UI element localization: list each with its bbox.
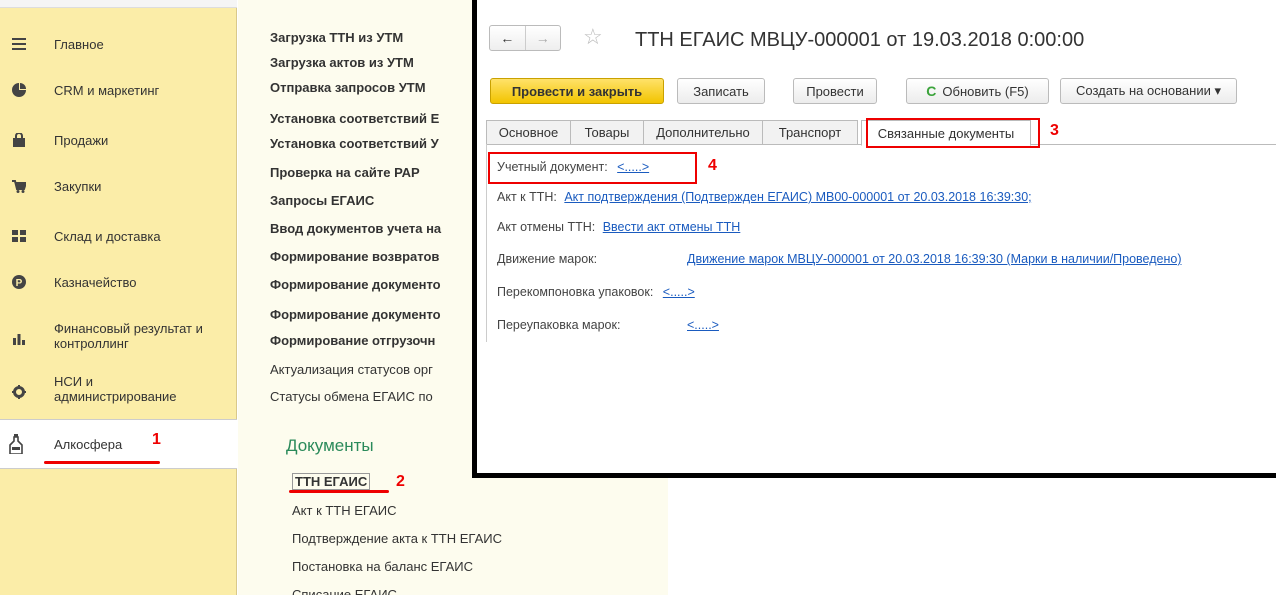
pie-chart-icon xyxy=(11,82,27,98)
marks-movement-row: Движение марок: Движение марок МВЦУ-0000… xyxy=(497,252,1182,266)
create-based-on-button[interactable]: Создать на основании ▾ xyxy=(1060,78,1237,104)
panel-link[interactable]: Установка соответствий У xyxy=(270,136,439,151)
annotation-number-4: 4 xyxy=(708,157,717,174)
cancel-act-row: Акт отмены ТТН: Ввести акт отмены ТТН xyxy=(497,220,740,234)
sidebar-item-label: Казначейство xyxy=(54,274,137,290)
panel-link[interactable]: Формирование возвратов xyxy=(270,249,439,264)
bag-icon xyxy=(11,132,27,148)
remark-link[interactable]: <.....> xyxy=(687,318,719,332)
sidebar: Главное CRM и маркетинг Продажи Закупки xyxy=(0,0,237,595)
tab-additional[interactable]: Дополнительно xyxy=(643,120,763,145)
forward-arrow-icon[interactable]: → xyxy=(524,26,561,50)
sidebar-item-label: Закупки xyxy=(54,178,102,194)
sidebar-item-settings[interactable]: НСИ и администрирование xyxy=(0,372,237,412)
document-link[interactable]: Акт к ТТН ЕГАИС xyxy=(292,503,397,518)
sidebar-item-main[interactable]: Главное xyxy=(0,30,237,58)
coin-icon: P xyxy=(11,274,27,290)
panel-link[interactable]: Запросы ЕГАИС xyxy=(270,193,374,208)
refresh-label: Обновить (F5) xyxy=(942,83,1029,99)
svg-text:P: P xyxy=(16,278,23,289)
sidebar-item-purchases[interactable]: Закупки xyxy=(0,172,237,200)
bottle-icon xyxy=(8,434,24,454)
act-to-ttn-row: Акт к ТТН: Акт подтверждения (Подтвержде… xyxy=(497,190,1032,204)
favorite-star-icon[interactable]: ☆ xyxy=(583,24,603,50)
panel-link[interactable]: Статусы обмена ЕГАИС по xyxy=(270,389,433,404)
sidebar-item-treasury[interactable]: P Казначейство xyxy=(0,268,237,296)
sidebar-item-label-line2: администрирование xyxy=(54,389,177,404)
cancel-act-label: Акт отмены ТТН: xyxy=(497,220,596,234)
sidebar-item-sales[interactable]: Продажи xyxy=(0,126,237,154)
back-arrow-icon[interactable]: ← xyxy=(490,26,525,50)
marks-movement-label: Движение марок: xyxy=(497,252,598,266)
tab-main[interactable]: Основное xyxy=(486,120,571,145)
sidebar-item-label-line1: Финансовый результат и xyxy=(54,321,203,336)
documents-section-title: Документы xyxy=(286,436,374,455)
annotation-box-3 xyxy=(866,118,1040,148)
sidebar-item-label: Продажи xyxy=(54,132,109,148)
act-to-ttn-link[interactable]: Акт подтверждения (Подтвержден ЕГАИС) МВ… xyxy=(564,190,1031,204)
remark-label: Переупаковка марок: xyxy=(497,318,621,332)
sidebar-item-label: Финансовый результат и контроллинг xyxy=(54,321,203,351)
sidebar-item-label: Главное xyxy=(54,36,104,52)
repack-link[interactable]: <.....> xyxy=(663,285,695,299)
annotation-number-1: 1 xyxy=(152,431,161,448)
sidebar-item-label: Алкосфера xyxy=(54,436,123,452)
bar-chart-icon xyxy=(11,330,27,346)
refresh-button[interactable]: C Обновить (F5) xyxy=(906,78,1049,104)
panel-link[interactable]: Отправка запросов УТМ xyxy=(270,80,426,95)
post-and-close-button[interactable]: Провести и закрыть xyxy=(490,78,664,104)
sidebar-item-warehouse[interactable]: Склад и доставка xyxy=(0,222,237,250)
document-window: ← → ☆ ТТН ЕГАИС МВЦУ-000001 от 19.03.201… xyxy=(472,0,1276,478)
remark-row: Переупаковка марок: <.....> xyxy=(497,318,719,332)
sidebar-top-strip xyxy=(0,0,237,8)
document-link[interactable]: Постановка на баланс ЕГАИС xyxy=(292,559,473,574)
gear-icon xyxy=(11,384,27,400)
repack-label: Перекомпоновка упаковок: xyxy=(497,285,654,299)
panel-link[interactable]: Формирование отгрузочн xyxy=(270,333,435,348)
content-left-border xyxy=(486,144,487,342)
app-root: Главное CRM и маркетинг Продажи Закупки xyxy=(0,0,1276,595)
tab-goods[interactable]: Товары xyxy=(570,120,644,145)
act-to-ttn-label: Акт к ТТН: xyxy=(497,190,557,204)
panel-link[interactable]: Формирование документо xyxy=(270,307,441,322)
annotation-number-2: 2 xyxy=(396,473,405,490)
annotation-number-3: 3 xyxy=(1050,122,1059,139)
panel-link[interactable]: Установка соответствий Е xyxy=(270,111,439,126)
menu-icon xyxy=(11,36,27,52)
panel-link[interactable]: Формирование документо xyxy=(270,277,441,292)
sidebar-item-label: НСИ и администрирование xyxy=(54,374,177,404)
repack-row: Перекомпоновка упаковок: <.....> xyxy=(497,285,695,299)
annotation-underline-1 xyxy=(44,461,160,464)
document-link[interactable]: Списание ЕГАИС xyxy=(292,587,397,595)
refresh-icon: C xyxy=(926,83,937,99)
document-link-ttn-egais[interactable]: ТТН ЕГАИС xyxy=(292,473,371,490)
annotation-box-4 xyxy=(488,152,697,184)
sidebar-item-label: Склад и доставка xyxy=(54,228,161,244)
panel-link[interactable]: Проверка на сайте РАР xyxy=(270,165,420,180)
cancel-act-link[interactable]: Ввести акт отмены ТТН xyxy=(603,220,741,234)
warehouse-icon xyxy=(11,228,27,244)
tab-transport[interactable]: Транспорт xyxy=(762,120,858,145)
annotation-underline-2 xyxy=(289,490,389,493)
document-title: ТТН ЕГАИС МВЦУ-000001 от 19.03.2018 0:00… xyxy=(635,29,1085,51)
post-button[interactable]: Провести xyxy=(793,78,877,104)
panel-link[interactable]: Актуализация статусов орг xyxy=(270,362,433,377)
panel-link[interactable]: Ввод документов учета на xyxy=(270,221,441,236)
sidebar-item-label-line2: контроллинг xyxy=(54,336,129,351)
cart-icon xyxy=(11,178,27,194)
navigation-buttons: ← → xyxy=(489,25,561,51)
panel-link[interactable]: Загрузка актов из УТМ xyxy=(270,55,414,70)
sidebar-item-finance[interactable]: Финансовый результат и контроллинг xyxy=(0,318,237,358)
sidebar-item-crm[interactable]: CRM и маркетинг xyxy=(0,76,237,104)
marks-movement-link[interactable]: Движение марок МВЦУ-000001 от 20.03.2018… xyxy=(687,252,1182,266)
sidebar-item-label-line1: НСИ и xyxy=(54,374,93,389)
panel-link[interactable]: Загрузка ТТН из УТМ xyxy=(270,30,403,45)
save-button[interactable]: Записать xyxy=(677,78,765,104)
sidebar-item-label: CRM и маркетинг xyxy=(54,82,160,98)
document-link[interactable]: Подтверждение акта к ТТН ЕГАИС xyxy=(292,531,502,546)
